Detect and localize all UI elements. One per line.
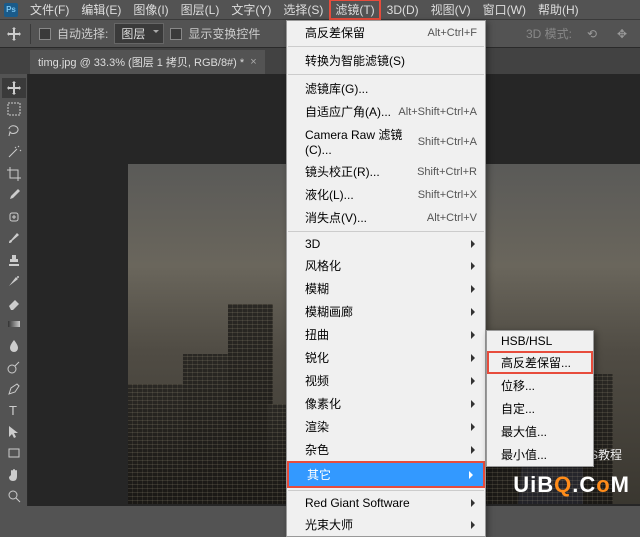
separator [288,231,484,232]
menu-render[interactable]: 渲染 [287,415,485,438]
chevron-right-icon [471,285,479,293]
tool-type[interactable]: T [2,401,26,421]
menu-help[interactable]: 帮助(H) [532,0,585,20]
separator [288,74,484,75]
tool-crop[interactable] [2,164,26,184]
tool-eraser[interactable] [2,293,26,313]
menu-blur-gallery[interactable]: 模糊画廊 [287,300,485,323]
menu-window[interactable]: 窗口(W) [477,0,532,20]
submenu-hsb-hsl[interactable]: HSB/HSL [487,331,593,351]
close-icon[interactable]: × [250,56,256,68]
separator [288,490,484,491]
watermark-site: UiBQ.CoM [513,472,630,498]
menu-convert-smart[interactable]: 转换为智能滤镜(S) [287,49,485,72]
pan-3d-icon[interactable]: ✥ [612,24,632,44]
tool-path-select[interactable] [2,422,26,442]
menu-last-filter[interactable]: 高反差保留 Alt+Ctrl+F [287,21,485,44]
separator [30,24,31,44]
menu-pixelate[interactable]: 像素化 [287,392,485,415]
tab-title: timg.jpg @ 33.3% (图层 1 拷贝, RGB/8#) * [38,54,244,70]
menu-3d-filters[interactable]: 3D [287,234,485,254]
auto-select-label: 自动选择: [57,25,108,42]
menu-vanishing-point[interactable]: 消失点(V)...Alt+Ctrl+V [287,206,485,229]
menu-image[interactable]: 图像(I) [127,0,174,20]
separator [288,46,484,47]
tool-stamp[interactable] [2,250,26,270]
submenu-high-pass[interactable]: 高反差保留... [487,351,593,374]
menu-lens-correction[interactable]: 镜头校正(R)...Shift+Ctrl+R [287,160,485,183]
menu-light-master[interactable]: 光束大师 [287,513,485,536]
menu-noise[interactable]: 杂色 [287,438,485,461]
menu-view[interactable]: 视图(V) [425,0,477,20]
document-tab[interactable]: timg.jpg @ 33.3% (图层 1 拷贝, RGB/8#) * × [30,50,265,74]
other-submenu: HSB/HSL 高反差保留... 位移... 自定... 最大值... 最小值.… [486,330,594,467]
tool-shape[interactable] [2,444,26,464]
chevron-right-icon [471,423,479,431]
tool-dodge[interactable] [2,358,26,378]
submenu-offset[interactable]: 位移... [487,374,593,397]
app-logo: Ps [4,3,18,17]
tool-heal[interactable] [2,207,26,227]
tool-wand[interactable] [2,143,26,163]
chevron-right-icon [471,240,479,248]
chevron-right-icon [471,354,479,362]
menu-video[interactable]: 视频 [287,369,485,392]
tool-marquee[interactable] [2,100,26,120]
menu-sharpen[interactable]: 锐化 [287,346,485,369]
menu-other[interactable]: 其它 [287,461,485,488]
menu-type[interactable]: 文字(Y) [225,0,277,20]
tool-lasso[interactable] [2,121,26,141]
mode-3d-label: 3D 模式: [526,25,572,42]
menu-3d[interactable]: 3D(D) [381,1,425,19]
chevron-right-icon [471,377,479,385]
move-tool-icon [6,26,22,42]
show-transform-checkbox[interactable] [170,28,182,40]
menu-filter[interactable]: 滤镜(T) [329,0,380,20]
menu-select[interactable]: 选择(S) [277,0,329,20]
menu-layer[interactable]: 图层(L) [175,0,226,20]
orbit-3d-icon[interactable]: ⟲ [582,24,602,44]
chevron-right-icon [469,471,477,479]
tool-gradient[interactable] [2,315,26,335]
tool-eyedropper[interactable] [2,186,26,206]
menu-camera-raw[interactable]: Camera Raw 滤镜(C)...Shift+Ctrl+A [287,123,485,160]
chevron-right-icon [471,262,479,270]
menu-red-giant[interactable]: Red Giant Software [287,493,485,513]
menu-liquify[interactable]: 液化(L)...Shift+Ctrl+X [287,183,485,206]
chevron-right-icon [471,308,479,316]
toolbar-right: 3D 模式: ⟲ ✥ [526,24,640,44]
menubar: Ps 文件(F) 编辑(E) 图像(I) 图层(L) 文字(Y) 选择(S) 滤… [0,0,640,20]
menu-adaptive-wide[interactable]: 自适应广角(A)...Alt+Shift+Ctrl+A [287,100,485,123]
tool-move[interactable] [2,78,26,98]
submenu-custom[interactable]: 自定... [487,397,593,420]
menu-edit[interactable]: 编辑(E) [75,0,127,20]
submenu-maximum[interactable]: 最大值... [487,420,593,443]
menu-filter-gallery[interactable]: 滤镜库(G)... [287,77,485,100]
filter-dropdown-menu: 高反差保留 Alt+Ctrl+F 转换为智能滤镜(S) 滤镜库(G)... 自适… [286,20,486,537]
tool-panel: T [0,74,28,506]
chevron-right-icon [471,400,479,408]
svg-text:T: T [9,403,17,418]
menu-distort[interactable]: 扭曲 [287,323,485,346]
layer-type-dropdown[interactable]: 图层 [114,23,164,44]
chevron-right-icon [471,331,479,339]
menu-blur[interactable]: 模糊 [287,277,485,300]
menu-stylize[interactable]: 风格化 [287,254,485,277]
tool-brush[interactable] [2,229,26,249]
tool-pen[interactable] [2,379,26,399]
chevron-right-icon [471,446,479,454]
tool-hand[interactable] [2,465,26,485]
tool-zoom[interactable] [2,487,26,507]
tool-blur[interactable] [2,336,26,356]
tool-history-brush[interactable] [2,272,26,292]
submenu-minimum[interactable]: 最小值... [487,443,593,466]
auto-select-checkbox[interactable] [39,28,51,40]
menu-file[interactable]: 文件(F) [24,0,75,20]
show-transform-label: 显示变换控件 [188,25,260,42]
chevron-right-icon [471,521,479,529]
